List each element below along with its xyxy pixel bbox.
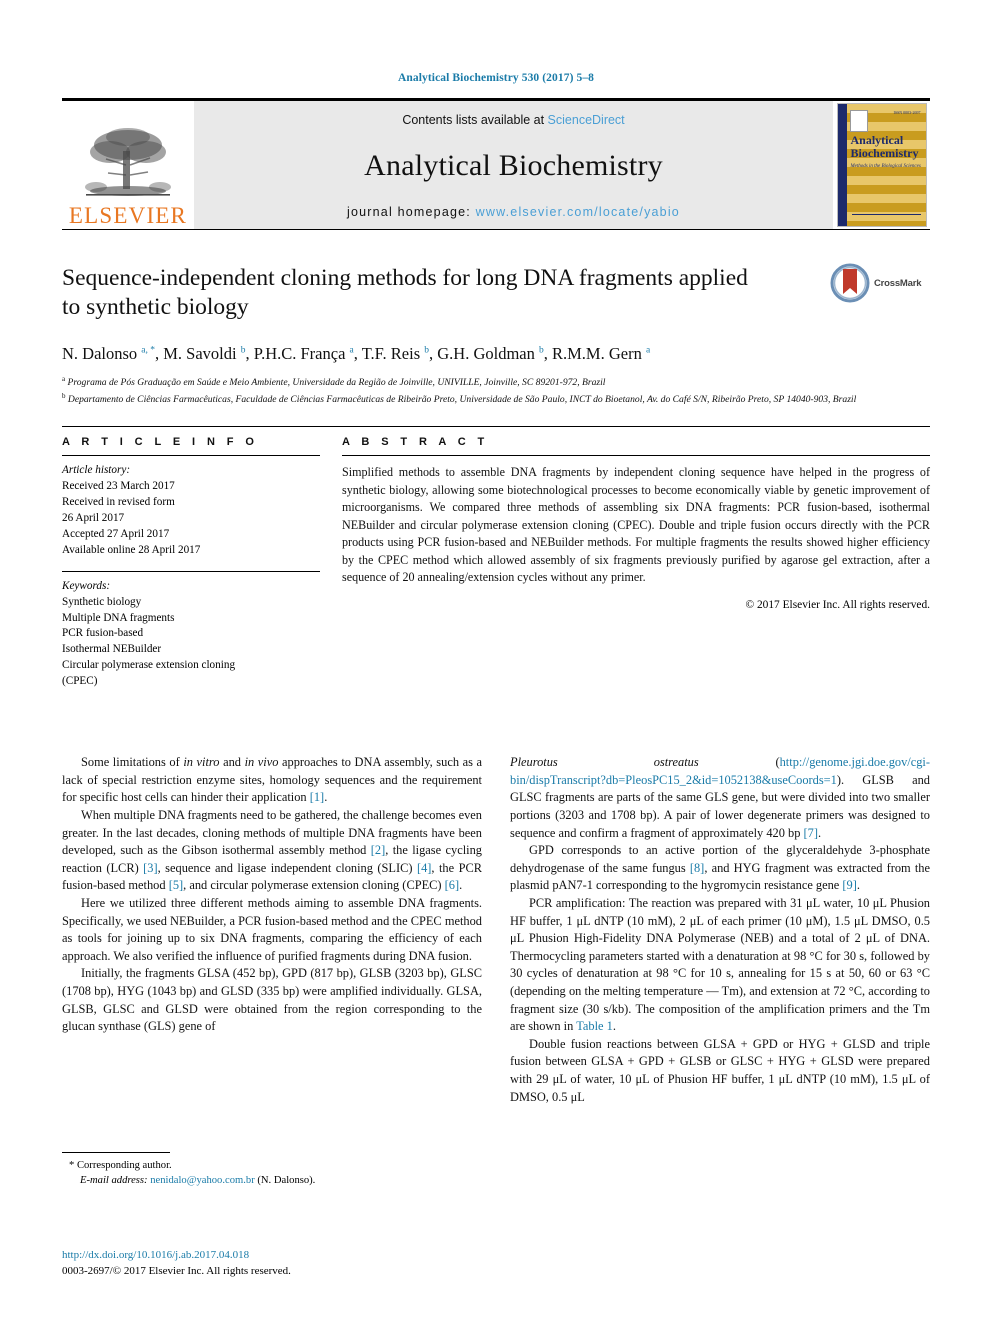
info-line: PCR fusion-based (62, 627, 144, 640)
elsevier-tree-icon (85, 128, 171, 196)
journal-homepage-link[interactable]: www.elsevier.com/locate/yabio (476, 205, 680, 219)
article-history-label: Article history: (62, 464, 131, 477)
sciencedirect-link[interactable]: ScienceDirect (548, 113, 625, 127)
running-head: Analytical Biochemistry 530 (2017) 5–8 (397, 72, 595, 84)
keywords-group: Keywords: Synthetic biology Multiple DNA … (62, 570, 320, 690)
body-columns: Some limitations of in vitro and in vivo… (62, 754, 930, 1106)
body-paragraph: PCR amplification: The reaction was prep… (510, 895, 930, 1034)
author-list: N. Dalonso a, *, M. Savoldi b, P.H.C. Fr… (62, 343, 651, 363)
body-column-right: Pleurotus ostreatus (http://genome.jgi.d… (510, 754, 930, 1106)
info-line: Accepted 27 April 2017 (62, 527, 170, 540)
article-history-group: Article history: Received 23 March 2017 R… (62, 456, 320, 558)
abstract-heading: A B S T R A C T (342, 436, 489, 449)
info-line: (CPEC) (62, 675, 98, 688)
body-paragraph: Here we utilized three different methods… (62, 895, 482, 963)
info-line: Isothermal NEBuilder (62, 643, 162, 656)
contents-lists-line: Contents lists available at ScienceDirec… (402, 113, 624, 127)
affiliation-a: a Programa de Pós Graduação em Saúde e M… (62, 375, 606, 389)
info-line: Received 23 March 2017 (62, 480, 175, 493)
cover-title-line2: Biochemistry (850, 145, 919, 160)
body-paragraph: Pleurotus ostreatus (http://genome.jgi.d… (510, 755, 930, 840)
info-line: Synthetic biology (62, 595, 142, 608)
affiliation-b-text: Departamento de Ciências Farmacêuticas, … (67, 394, 857, 406)
keywords-label: Keywords: (62, 579, 111, 592)
body-paragraph: Some limitations of in vitro and in vivo… (62, 755, 483, 805)
elsevier-logo: ELSEVIER (62, 101, 194, 229)
abstract-text: Simplified methods to assemble DNA fragm… (342, 465, 930, 585)
cover-title-line1: Analytical (850, 133, 904, 147)
masthead-center: Contents lists available at ScienceDirec… (194, 101, 833, 229)
journal-masthead: ELSEVIER Contents lists available at Sci… (62, 98, 930, 230)
article-page: Analytical Biochemistry 530 (2017) 5–8 E… (0, 0, 992, 1323)
info-line: Circular polymerase extension cloning (62, 659, 236, 672)
elsevier-wordmark: ELSEVIER (68, 203, 188, 228)
info-abstract-section: A R T I C L E I N F O Article history: R… (62, 426, 930, 690)
affiliation-a-text: Programa de Pós Graduação em Saúde e Mei… (67, 377, 606, 389)
body-paragraph: When multiple DNA fragments need to be g… (62, 807, 482, 893)
journal-title: Analytical Biochemistry (364, 149, 663, 182)
affiliation-b: b Departamento de Ciências Farmacêuticas… (62, 392, 857, 406)
article-info-column: A R T I C L E I N F O Article history: R… (62, 436, 320, 690)
article-history-lines: Received 23 March 2017 Received in revise… (62, 479, 320, 559)
info-line: Multiple DNA fragments (62, 611, 175, 624)
homepage-prefix: journal homepage: (347, 205, 476, 219)
keywords-lines: Synthetic biology Multiple DNA fragments P… (62, 595, 320, 690)
cover-subtitle: Methods in the Biological Sciences (850, 164, 921, 169)
body-paragraph: Double fusion reactions between GLSA + G… (510, 1036, 930, 1104)
footnote-rule (62, 1152, 170, 1153)
cover-bottom-bar (851, 214, 921, 220)
email-line: E-mail address: nenidalo@yahoo.com.br (N… (62, 1173, 486, 1188)
article-info-heading: A R T I C L E I N F O (62, 436, 259, 449)
issn-copyright-line: 0003-2697/© 2017 Elsevier Inc. All right… (62, 1264, 291, 1277)
info-line: Received in revised form (62, 496, 175, 509)
page-title: Sequence-independent cloning methods for… (62, 265, 748, 321)
contents-prefix: Contents lists available at (402, 113, 548, 127)
cover-spine (837, 104, 847, 226)
cover-elsevier-icon (849, 110, 868, 132)
journal-homepage-line: journal homepage: www.elsevier.com/locat… (347, 205, 680, 219)
cover-title: Analytical Biochemistry (851, 134, 922, 159)
affiliations: a Programa de Pós Graduação em Saúde e M… (62, 374, 930, 408)
crossmark-icon (830, 263, 870, 303)
email-label: E-mail address: (80, 1175, 148, 1187)
info-line: 26 April 2017 (62, 512, 125, 524)
crossmark-label: CrossMark (874, 277, 922, 289)
doi-block: http://dx.doi.org/10.1016/j.ab.2017.04.0… (62, 1248, 492, 1280)
cover-top-text: ISSN 0003-2697 (893, 110, 921, 115)
doi-link[interactable]: http://dx.doi.org/10.1016/j.ab.2017.04.0… (62, 1248, 492, 1264)
info-line: Available online 28 April 2017 (62, 543, 201, 556)
email-suffix: (N. Dalonso). (257, 1175, 316, 1187)
crossmark-badge[interactable]: CrossMark (830, 260, 930, 306)
title-block: CrossMark Sequence-independent cloning m… (62, 263, 930, 408)
corresponding-author-footnote: * Corresponding author. E-mail address: … (62, 1152, 486, 1189)
body-column-left: Some limitations of in vitro and in vivo… (62, 754, 482, 1106)
journal-cover-thumbnail: ISSN 0003-2697 Analytical Biochemistry M… (833, 101, 930, 229)
body-paragraph: GPD corresponds to an active portion of … (510, 843, 930, 893)
abstract-column: A B S T R A C T Simplified methods to as… (342, 436, 930, 690)
body-paragraph: Initially, the fragments GLSA (452 bp), … (62, 966, 482, 1034)
cover-image: ISSN 0003-2697 Analytical Biochemistry M… (836, 103, 927, 227)
corresponding-author-line: * Corresponding author. (69, 1160, 172, 1171)
email-link[interactable]: nenidalo@yahoo.com.br (150, 1175, 254, 1186)
abstract-copyright: © 2017 Elsevier Inc. All rights reserved… (745, 599, 930, 611)
